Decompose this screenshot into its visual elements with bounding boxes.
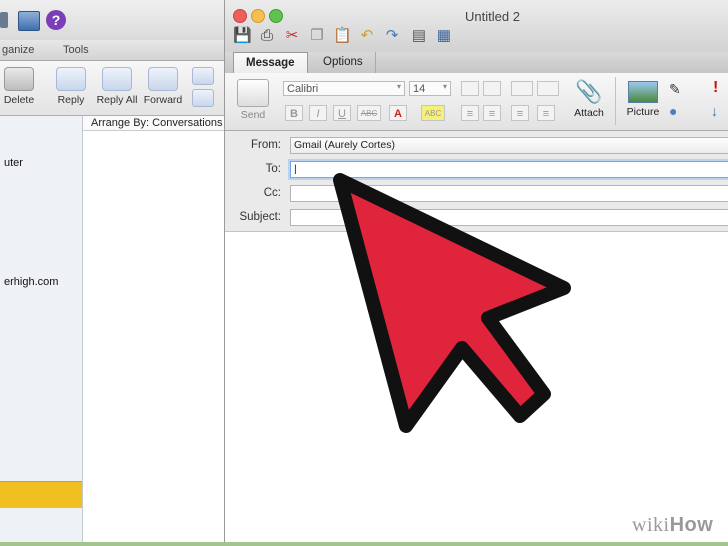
cut-icon[interactable]: ✂ — [283, 27, 301, 45]
reply-all-button[interactable]: Reply All — [92, 65, 142, 106]
reply-icon — [56, 67, 86, 91]
calendar-icon[interactable] — [18, 11, 40, 31]
zoom-window-icon[interactable] — [269, 9, 283, 23]
forward-button[interactable]: Forward — [138, 65, 188, 106]
help-icon[interactable]: ? — [46, 10, 66, 30]
rules-icon[interactable] — [192, 89, 214, 107]
wikihow-watermark: wikiHow — [632, 514, 713, 537]
picture-button[interactable]: Picture — [621, 79, 665, 118]
paste-icon[interactable]: 📋 — [333, 27, 352, 45]
ribbon-divider — [615, 77, 616, 125]
italic-icon[interactable]: I — [309, 105, 327, 121]
subject-label: Subject: — [239, 211, 281, 223]
reply-all-label: Reply All — [96, 94, 138, 106]
chevron-down-icon: ▾ — [443, 82, 448, 91]
font-color-icon[interactable]: A — [389, 105, 407, 121]
reply-button[interactable]: Reply — [46, 65, 96, 106]
compose-tab-row: Message Options — [225, 52, 728, 74]
cursor-arrow-icon — [333, 173, 571, 433]
highlight-icon[interactable]: ABC — [421, 105, 445, 121]
reply-label: Reply — [57, 94, 85, 106]
delete-label: Delete — [3, 94, 35, 106]
cc-label: Cc: — [263, 187, 281, 199]
compose-titlebar: Untitled 2 💾 ⎙ ✂ ❐ 📋 ↶ ↷ ▤ ▦ — [225, 0, 728, 53]
bold-icon[interactable]: B — [285, 105, 303, 121]
grow-font-icon[interactable] — [461, 81, 479, 96]
bullets-icon[interactable] — [511, 81, 533, 96]
toolbar-icon[interactable] — [0, 12, 8, 28]
forward-icon — [148, 67, 178, 91]
copy-icon[interactable]: ❐ — [308, 27, 326, 45]
strikethrough-icon[interactable]: ABC — [357, 105, 381, 121]
attach-button[interactable]: 📎 Attach — [569, 79, 609, 119]
forward-label: Forward — [143, 94, 183, 106]
to-label: To: — [265, 163, 281, 175]
chevron-down-icon: ▾ — [397, 82, 402, 91]
window-title: Untitled 2 — [465, 9, 520, 24]
picture-label: Picture — [626, 106, 660, 118]
close-window-icon[interactable] — [233, 9, 247, 23]
format-painter-icon[interactable]: ▤ — [410, 27, 428, 45]
from-label: From: — [250, 139, 281, 151]
send-button[interactable]: Send — [233, 79, 273, 121]
move-icon[interactable] — [192, 67, 214, 85]
increase-indent-icon[interactable]: ≡ — [537, 105, 555, 121]
tab-organize[interactable]: ganize — [2, 44, 34, 56]
folder-pane: uter erhigh.com — [0, 116, 83, 542]
address-book-icon[interactable]: ▦ — [435, 27, 453, 45]
tab-tools[interactable]: Tools — [63, 44, 89, 56]
signature-icon[interactable]: ✎ — [669, 81, 681, 98]
selected-folder-highlight — [0, 481, 82, 508]
watermark-prefix: wiki — [632, 514, 670, 536]
send-icon — [237, 79, 269, 107]
folder-text[interactable]: uter — [4, 157, 23, 169]
paperclip-icon: 📎 — [575, 79, 603, 104]
from-account-select[interactable]: Gmail (Aurely Cortes) — [290, 137, 728, 154]
font-name-select[interactable]: Calibri — [283, 81, 405, 96]
underline-icon[interactable]: U — [333, 105, 351, 121]
align-left-icon[interactable]: ≡ — [461, 105, 479, 121]
priority-low-icon[interactable]: ↓ — [711, 103, 718, 119]
reply-all-icon — [102, 67, 132, 91]
decrease-indent-icon[interactable]: ≡ — [511, 105, 529, 121]
priority-high-icon[interactable]: ! — [713, 79, 718, 97]
tab-message[interactable]: Message — [233, 52, 308, 74]
print-icon[interactable]: ⎙ — [258, 27, 276, 45]
attach-label: Attach — [574, 107, 604, 119]
tab-options[interactable]: Options — [311, 52, 376, 73]
globe-icon[interactable]: ● — [669, 103, 677, 119]
picture-icon — [628, 81, 658, 103]
undo-icon[interactable]: ↶ — [358, 27, 376, 45]
redo-icon[interactable]: ↷ — [383, 27, 401, 45]
delete-button[interactable]: Delete — [0, 65, 44, 106]
align-center-icon[interactable]: ≡ — [483, 105, 501, 121]
trash-icon — [4, 67, 34, 91]
send-label: Send — [240, 109, 266, 121]
save-icon[interactable]: 💾 — [233, 27, 252, 45]
watermark-suffix: How — [669, 514, 714, 536]
arrange-by-header[interactable]: Arrange By: Conversations — [83, 116, 234, 131]
pointer-shape — [333, 173, 571, 433]
shrink-font-icon[interactable] — [483, 81, 501, 96]
compose-ribbon: Send Calibri ▾ 14 ▾ B I U ABC A ABC ≡ ≡ … — [225, 73, 728, 131]
minimize-window-icon[interactable] — [251, 9, 265, 23]
numbering-icon[interactable] — [537, 81, 559, 96]
folder-text[interactable]: erhigh.com — [4, 276, 58, 288]
